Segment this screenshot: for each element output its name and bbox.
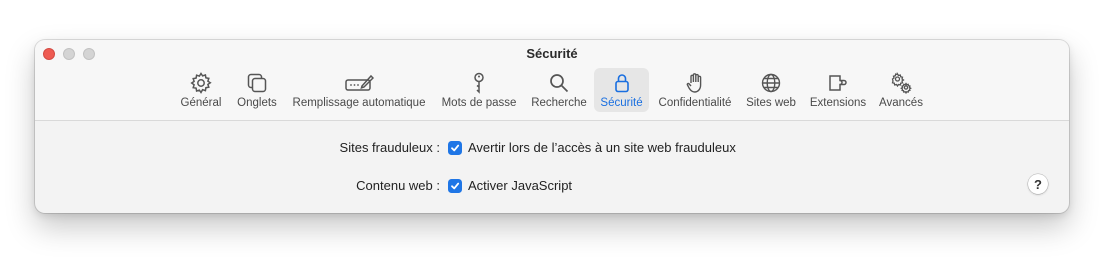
tab-security[interactable]: Sécurité [594, 68, 649, 112]
preferences-window: Sécurité Général Onglets Remplissage aut… [35, 40, 1069, 213]
fraudulent-sites-label: Sites frauduleux : [339, 140, 440, 155]
tab-label: Extensions [809, 97, 867, 109]
tab-label: Confidentialité [658, 97, 732, 109]
gear-icon [190, 72, 212, 94]
tab-label: Général [180, 97, 222, 109]
tab-passwords[interactable]: Mots de passe [436, 68, 522, 112]
tab-label: Remplissage automatique [292, 97, 426, 109]
tab-autofill[interactable]: Remplissage automatique [288, 68, 430, 112]
checkmark-icon [451, 144, 460, 152]
key-icon [474, 72, 484, 94]
tab-search[interactable]: Recherche [527, 68, 591, 112]
tab-advanced[interactable]: Avancés [876, 68, 926, 112]
tab-label: Mots de passe [441, 97, 517, 109]
tab-general[interactable]: Général [177, 68, 225, 112]
autofill-icon [345, 74, 374, 91]
fraud-warning-option[interactable]: Avertir lors de l’accès à un site web fr… [468, 140, 736, 155]
globe-icon [761, 73, 781, 93]
tab-label: Recherche [531, 97, 587, 109]
lock-icon [614, 74, 629, 93]
gears-icon [891, 71, 912, 95]
tab-extensions[interactable]: Extensions [806, 68, 870, 112]
tab-label: Sites web [746, 97, 796, 109]
tab-label: Sécurité [600, 97, 643, 109]
toolbar: Sécurité Général Onglets Remplissage aut… [35, 40, 1069, 121]
web-content-label: Contenu web : [356, 178, 440, 193]
tab-label: Onglets [237, 97, 277, 109]
tab-label: Avancés [879, 97, 923, 109]
tab-websites[interactable]: Sites web [742, 68, 800, 112]
window-title: Sécurité [526, 46, 578, 61]
fraud-warning-checkbox[interactable] [448, 141, 462, 155]
tab-privacy[interactable]: Confidentialité [654, 68, 736, 112]
javascript-checkbox[interactable] [448, 179, 462, 193]
tab-tabs[interactable]: Onglets [233, 68, 281, 112]
checkmark-icon [451, 182, 460, 190]
javascript-option[interactable]: Activer JavaScript [468, 178, 572, 193]
magnifier-icon [550, 74, 569, 93]
tabs-icon [247, 73, 267, 93]
hand-icon [686, 73, 702, 93]
help-button[interactable]: ? [1028, 174, 1048, 194]
security-settings-pane: Sites frauduleux : Avertir lors de l’acc… [35, 121, 1069, 213]
puzzle-icon [829, 75, 847, 91]
